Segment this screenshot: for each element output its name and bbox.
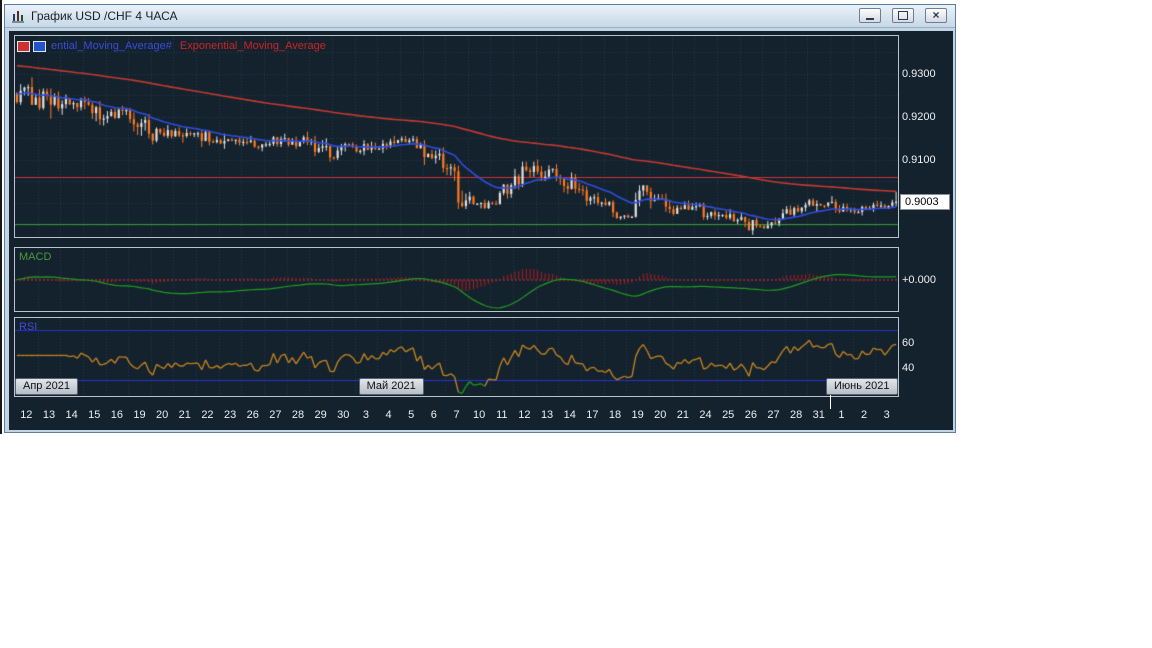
time-axis-label: 26: [744, 409, 757, 421]
price-tick-label: 0.9100: [902, 153, 936, 166]
restore-button[interactable]: [892, 8, 914, 23]
time-axis-label: 17: [586, 409, 599, 421]
time-axis-label: 24: [699, 409, 712, 421]
close-icon: ×: [932, 8, 940, 22]
current-price-badge: 0.9003: [900, 193, 950, 210]
time-axis-label: 19: [631, 409, 644, 421]
time-axis-label: 21: [676, 409, 690, 421]
ema-blue-label: ential_Moving_Average#: [51, 40, 172, 52]
rsi-panel[interactable]: [14, 317, 899, 397]
title-bar[interactable]: График USD /CHF 4 ЧАСА ×: [5, 5, 955, 28]
minimize-button[interactable]: [859, 8, 881, 23]
time-axis-label: 3: [883, 409, 890, 421]
time-axis-label: 4: [385, 409, 392, 421]
minimize-icon: [866, 11, 874, 20]
rsi-tick-label: 60: [902, 336, 915, 349]
time-axis-label: 28: [291, 409, 305, 421]
time-axis-label: 14: [65, 409, 78, 421]
time-axis-label: 27: [767, 409, 780, 421]
legend-red-button[interactable]: [17, 40, 30, 52]
time-axis-label: 14: [563, 409, 576, 421]
time-axis-label: 6: [430, 409, 437, 421]
time-axis-label: 16: [110, 409, 123, 421]
time-axis-label: 3: [362, 409, 369, 421]
time-axis-label: 19: [133, 409, 146, 421]
macd-indicator-label: MACD: [19, 251, 52, 263]
price-panel[interactable]: [14, 35, 899, 238]
time-axis-label: 1: [838, 409, 845, 421]
month-badge: Апр 2021: [15, 378, 78, 395]
time-axis-label: 30: [337, 409, 350, 421]
window-title: График USD /CHF 4 ЧАСА: [31, 9, 178, 23]
time-axis-label: 23: [223, 409, 237, 421]
restore-icon: [898, 11, 908, 20]
month-badge: Май 2021: [358, 378, 424, 395]
time-axis-label: 11: [496, 409, 508, 421]
macd-panel[interactable]: [14, 247, 899, 312]
time-axis-label: 7: [453, 409, 460, 421]
time-axis-label: 2: [860, 409, 868, 421]
indicator-legend: ential_Moving_Average# Exponential_Movin…: [17, 40, 326, 52]
time-axis-label: 26: [246, 409, 259, 421]
time-axis-label: 21: [178, 409, 191, 421]
chart-app-icon: [11, 9, 25, 23]
time-axis-label: 12: [518, 409, 531, 421]
screen-edge-artifact: [0, 0, 2, 434]
time-axis-label: 13: [42, 409, 56, 421]
macd-zero-label: +0.000: [902, 273, 936, 286]
time-axis-label: 22: [201, 409, 214, 421]
time-axis-label: 20: [654, 409, 667, 421]
time-axis-label: 27: [269, 409, 282, 421]
time-axis-label: 10: [473, 409, 486, 421]
month-badge: Июнь 2021: [826, 378, 898, 395]
legend-blue-button[interactable]: [33, 40, 46, 52]
time-axis-label: 20: [156, 409, 169, 421]
time-axis-label: 25: [722, 409, 735, 421]
chart-window: График USD /CHF 4 ЧАСА × ential_Moving_A…: [4, 4, 956, 433]
time-axis-label: 31: [812, 409, 825, 421]
time-axis-label: 28: [789, 409, 803, 421]
close-button[interactable]: ×: [925, 8, 947, 23]
time-axis-label: 29: [314, 409, 327, 421]
rsi-indicator-label: RSI: [19, 321, 38, 333]
price-tick-label: 0.9200: [902, 110, 936, 123]
time-axis-label: 12: [20, 409, 33, 421]
price-tick-label: 0.9300: [902, 67, 936, 80]
screen: График USD /CHF 4 ЧАСА × ential_Moving_A…: [0, 0, 1152, 648]
rsi-tick-label: 40: [902, 361, 915, 374]
time-axis-label: 18: [608, 409, 622, 421]
ema-red-label: Exponential_Moving_Average: [179, 40, 326, 52]
chart-area: ential_Moving_Average# Exponential_Movin…: [9, 31, 953, 430]
time-axis-label: 15: [88, 409, 101, 421]
time-axis-label: 13: [540, 409, 554, 421]
time-axis-label: 5: [408, 409, 415, 421]
